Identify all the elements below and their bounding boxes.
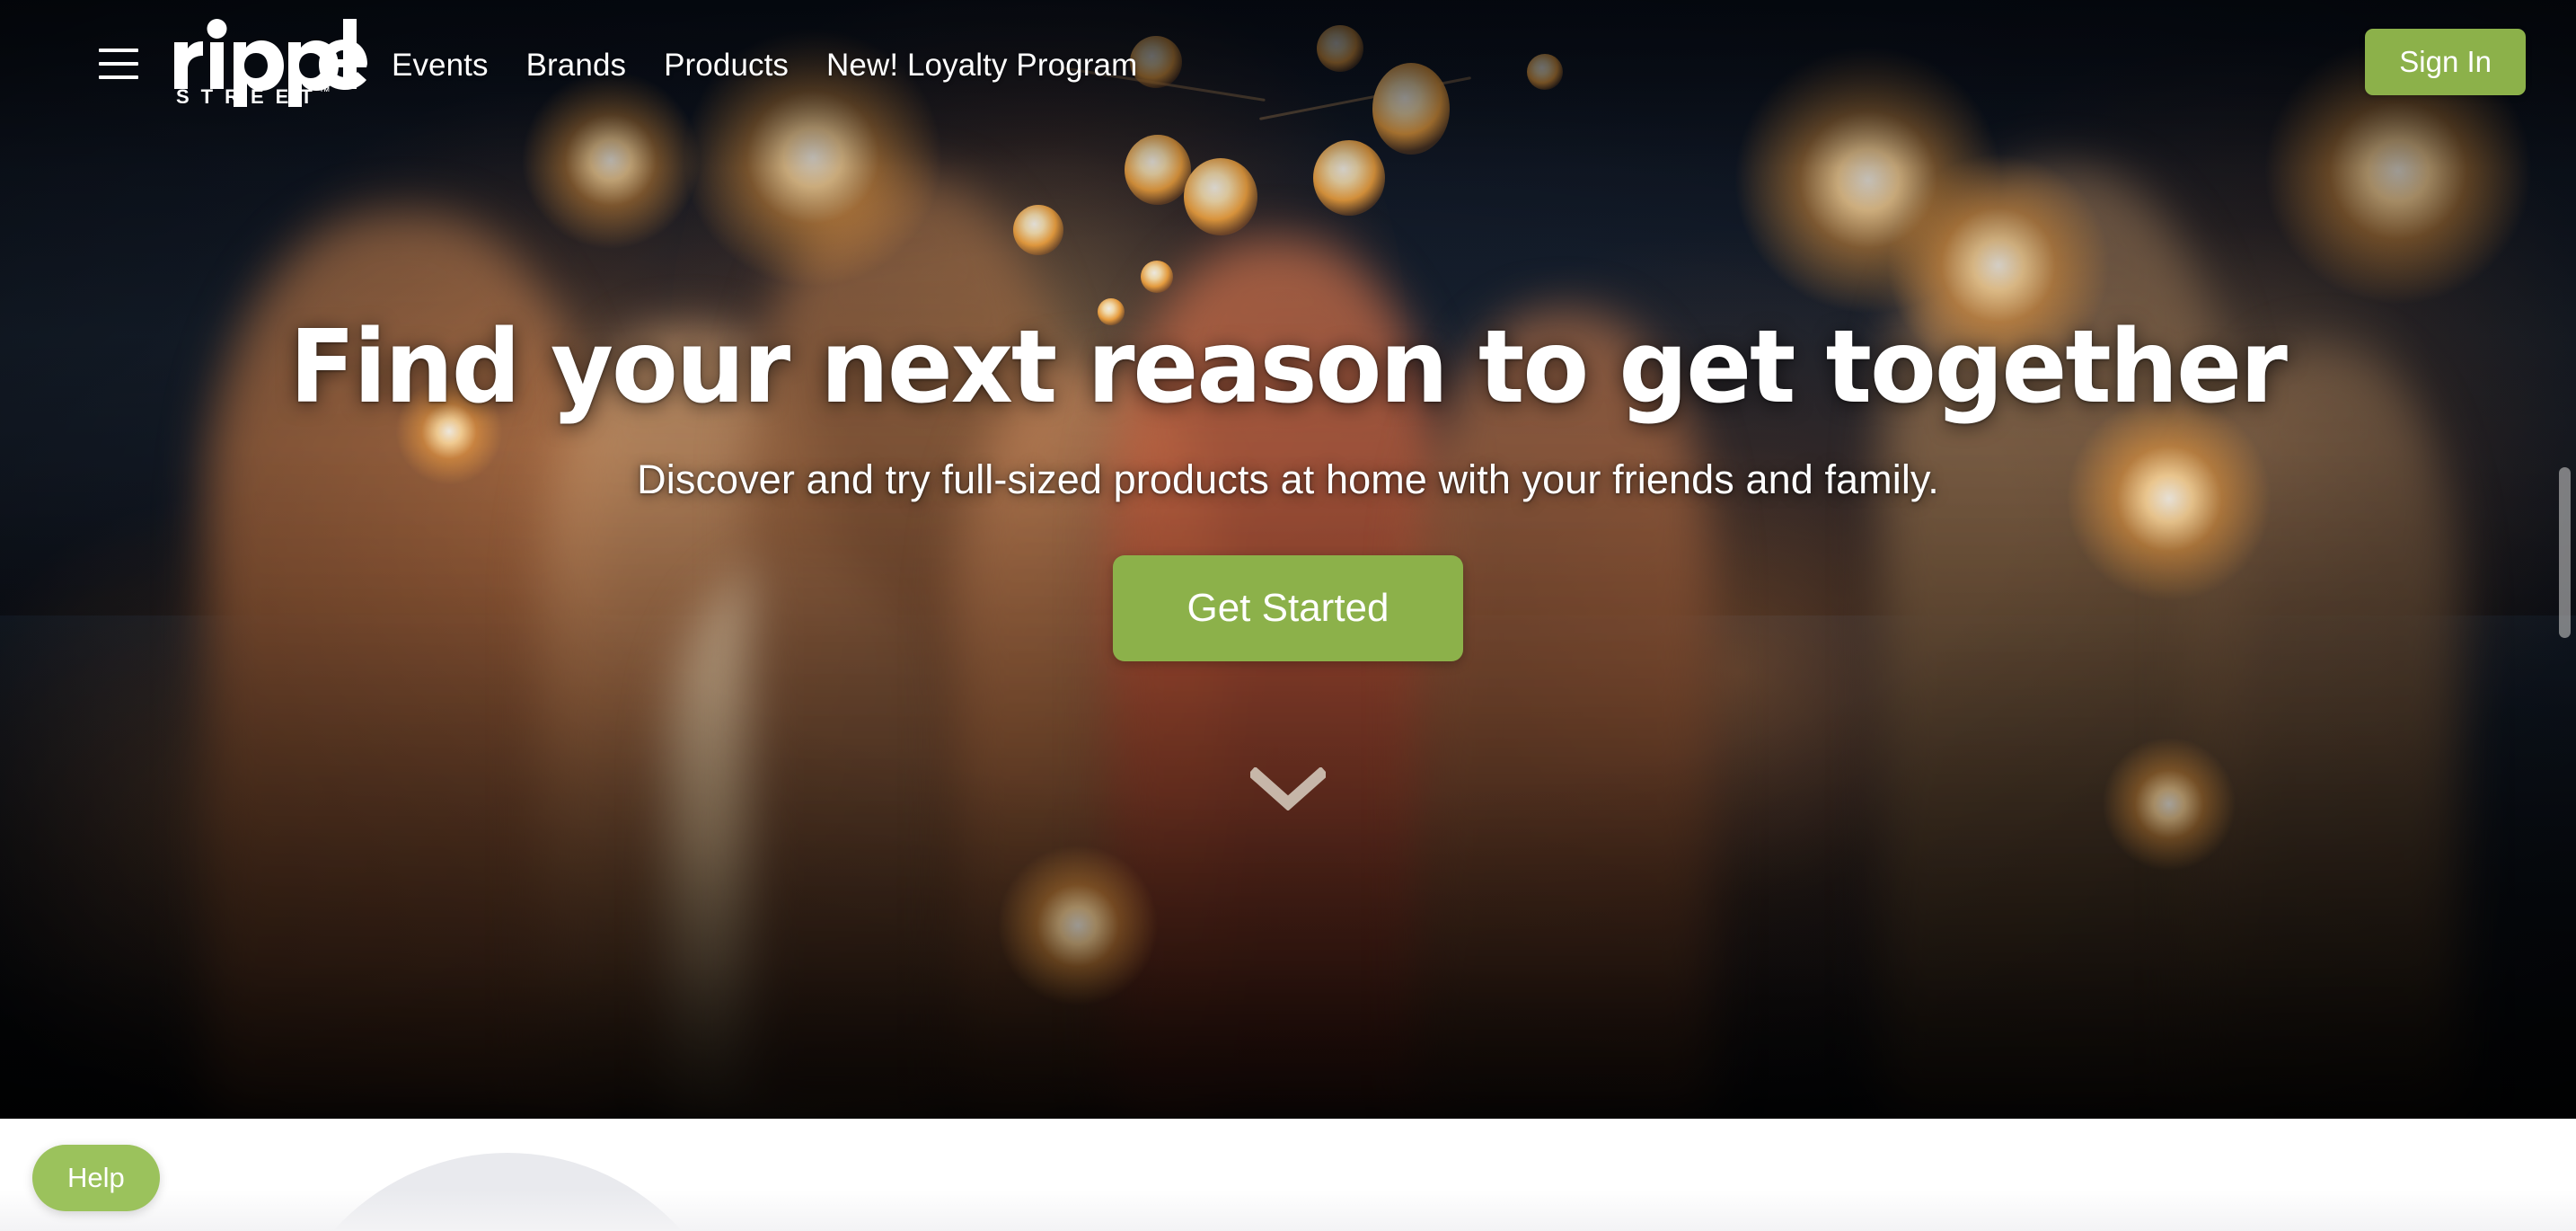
ripple-street-logo[interactable]: STREET ™ (171, 15, 379, 112)
top-navigation-bar: STREET ™ Events Brands Products New! Loy… (0, 0, 2576, 128)
sign-in-button[interactable]: Sign In (2365, 29, 2526, 95)
nav-link-loyalty-program[interactable]: New! Loyalty Program (826, 48, 1137, 84)
section-gradient (0, 1190, 2576, 1231)
hamburger-menu-icon[interactable] (99, 49, 138, 79)
hamburger-line (99, 62, 138, 66)
nav-link-products[interactable]: Products (664, 48, 789, 84)
nav-link-events[interactable]: Events (392, 48, 489, 84)
scrollbar-thumb[interactable] (2559, 467, 2571, 638)
primary-nav-links: Events Brands Products New! Loyalty Prog… (392, 48, 1137, 84)
hamburger-line (99, 75, 138, 79)
below-fold-section (0, 1119, 2576, 1231)
hamburger-line (99, 49, 138, 52)
hero-section: STREET ™ Events Brands Products New! Loy… (0, 0, 2576, 1119)
hero-headline: Find your next reason to get together (289, 309, 2289, 426)
hero-subheadline: Discover and try full-sized products at … (637, 456, 1939, 503)
vertical-scrollbar[interactable] (2553, 0, 2576, 1231)
chevron-down-icon[interactable] (1247, 766, 1329, 815)
help-button[interactable]: Help (32, 1145, 160, 1211)
get-started-button[interactable]: Get Started (1113, 555, 1463, 662)
logo-tagline: STREET (176, 85, 324, 108)
logo-trademark-icon: ™ (318, 84, 331, 98)
hero-content: Find your next reason to get together Di… (0, 0, 2576, 1119)
nav-link-brands[interactable]: Brands (526, 48, 627, 84)
